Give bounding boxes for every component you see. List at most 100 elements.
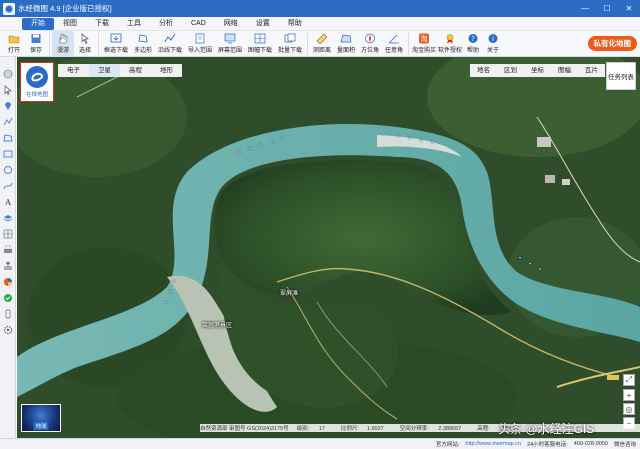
sheet-download-button[interactable]: 图幅下载 [245, 31, 275, 57]
poi-label[interactable]: 莱茵港景区 [202, 320, 232, 329]
batch-icon [284, 33, 296, 43]
svg-text:A: A [4, 198, 11, 207]
tab-satellite[interactable]: 卫星 [89, 64, 120, 77]
tab-terrain[interactable]: 地形 [151, 64, 182, 77]
about-button[interactable]: i 关于 [483, 31, 503, 57]
help-button[interactable]: ? 帮助 [463, 31, 483, 57]
tab-elevation[interactable]: 高程 [120, 64, 151, 77]
menu-network[interactable]: 网络 [215, 18, 247, 30]
watermark-text: 头条 @水经注GIS [498, 422, 595, 436]
map-scale: 比例尺: 1:9027 [341, 424, 392, 432]
menu-help[interactable]: 帮助 [279, 18, 311, 30]
license-button[interactable]: 软件授权 [437, 31, 463, 57]
select-button[interactable]: 选择 [74, 31, 96, 57]
polygon-label: 多边形 [133, 48, 152, 54]
azimuth-label: 方位角 [360, 48, 379, 54]
print-tool-icon[interactable] [3, 245, 13, 255]
arrow-tool-icon[interactable] [3, 85, 13, 95]
menu-view[interactable]: 视图 [54, 18, 86, 30]
online-map-label: 在线地图 [25, 92, 48, 98]
box-download-button[interactable]: 框选下载 [101, 31, 131, 57]
globe-tool-icon[interactable] [3, 69, 13, 79]
curve-tool-icon[interactable] [3, 181, 13, 191]
import-range-label: 导入范围 [187, 48, 212, 54]
taobao-buy-button[interactable]: 淘 淘宝购买 [411, 31, 437, 57]
satellite-map[interactable]: ▪ ▪ ▪ ▪ ▪ ▪ ▪ ▪ ▪ ▪ ▪ ▪ ▪ ▪ ▪ 翠屏滩 莱茵港景区 [17, 57, 640, 438]
screen-range-button[interactable]: 屏幕范围 [215, 31, 245, 57]
polygon-tool-icon[interactable] [2, 133, 13, 143]
menu-analysis[interactable]: 分析 [150, 18, 182, 30]
svg-text:i: i [492, 35, 494, 43]
rectangle-tool-icon[interactable] [3, 149, 13, 159]
task-list-button[interactable]: 任务列表 [606, 62, 636, 90]
poi-label[interactable]: 翠屏滩 [280, 288, 298, 297]
layers-tool-icon[interactable] [3, 213, 13, 223]
azimuth-button[interactable]: 方位角 [358, 31, 382, 57]
grid-tool-icon[interactable] [3, 229, 13, 239]
sheet-icon [254, 33, 266, 44]
private-map-button[interactable]: 私有化地图 [587, 36, 637, 51]
menu-cad[interactable]: CAD [182, 18, 215, 30]
maximize-button[interactable]: ☐ [596, 0, 618, 17]
menu-start[interactable]: 开始 [22, 17, 54, 30]
open-button[interactable]: 打开 [3, 31, 25, 57]
tab-electronic[interactable]: 电子 [58, 64, 89, 77]
locate-icon[interactable]: ◎ [623, 403, 635, 415]
compass-icon [365, 33, 375, 44]
batch-download-button[interactable]: 批量下载 [275, 31, 305, 57]
fullscreen-icon[interactable]: ⤢ [623, 374, 635, 386]
menu-tools[interactable]: 工具 [118, 18, 150, 30]
hotline-label: 24小时客服电话: [527, 442, 568, 448]
export-tool-icon[interactable] [3, 261, 13, 271]
tab-sheet[interactable]: 图幅 [551, 64, 578, 77]
check-tool-icon[interactable] [3, 293, 13, 303]
any-angle-label: 任意角 [384, 48, 403, 54]
online-map-logo[interactable]: 在线地图 [20, 62, 54, 102]
any-angle-button[interactable]: 任意角 [382, 31, 406, 57]
measure-area-button[interactable]: 量面积 [334, 31, 358, 57]
polygon-icon [138, 34, 148, 43]
marker-tool-icon[interactable] [3, 101, 13, 111]
pan-button[interactable]: 漫游 [52, 31, 74, 57]
text-tool-icon[interactable]: A [3, 197, 13, 207]
circle-tool-icon[interactable] [3, 165, 13, 175]
toolbar-divider [49, 33, 50, 55]
measure-distance-button[interactable]: 测距离 [310, 31, 334, 57]
taobao-buy-label: 淘宝购买 [411, 48, 436, 54]
map-source: 自然资源部 审图号 GS(2024)3175号 [200, 426, 289, 432]
save-label: 保存 [29, 48, 42, 54]
resolution-value: 2.388657 [438, 426, 462, 432]
line-download-button[interactable]: 沿线下载 [155, 31, 185, 57]
menu-download[interactable]: 下载 [86, 18, 118, 30]
globe-overview[interactable]: 地球 [21, 404, 61, 432]
color-wheel-icon[interactable] [3, 277, 13, 287]
polygon-button[interactable]: 多边形 [131, 31, 155, 57]
polyline-tool-icon[interactable] [3, 117, 13, 127]
phone-tool-icon[interactable] [3, 309, 13, 319]
settings-tool-icon[interactable] [3, 325, 13, 335]
import-range-button[interactable]: 导入范围 [185, 31, 215, 57]
tab-division[interactable]: 区划 [497, 64, 524, 77]
menu-settings[interactable]: 设置 [247, 18, 279, 30]
tab-coordinate[interactable]: 坐标 [524, 64, 551, 77]
hotline-number: 400-028-0050 [573, 441, 608, 447]
zoom-in-icon[interactable]: + [623, 389, 635, 401]
select-label: 选择 [78, 48, 91, 54]
site-link[interactable]: http://www.rivermap.cn [465, 441, 521, 447]
close-button[interactable]: ✕ [618, 0, 640, 17]
wechat-consult-link[interactable]: 微信咨询 [614, 440, 636, 448]
tab-placename[interactable]: 地名 [470, 64, 497, 77]
info-icon: i [488, 34, 498, 43]
measure-area-label: 量面积 [336, 48, 355, 54]
minimize-button[interactable]: — [574, 0, 596, 17]
svg-text:?: ? [471, 35, 475, 43]
zoom-level: 级别: 17 [297, 424, 333, 432]
measure-distance-label: 测距离 [312, 48, 331, 54]
batch-download-label: 批量下载 [277, 48, 302, 54]
line-download-icon [164, 33, 176, 43]
toolbar-divider [408, 33, 409, 55]
tab-tile[interactable]: 瓦片 [578, 64, 605, 77]
cursor-icon [81, 33, 89, 44]
save-button[interactable]: 保存 [25, 31, 47, 57]
open-label: 打开 [7, 48, 20, 54]
